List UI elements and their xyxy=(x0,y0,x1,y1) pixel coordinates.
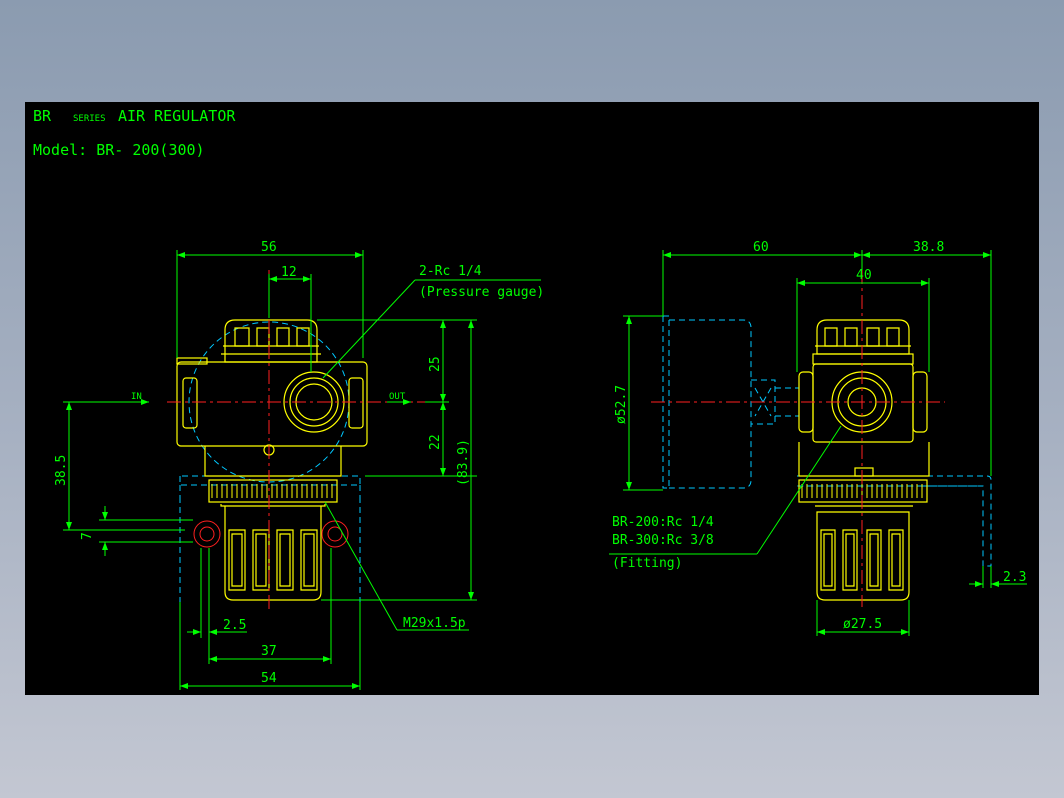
product-title: AIR REGULATOR xyxy=(118,107,236,125)
dim-38-8: 38.8 xyxy=(862,240,992,476)
mounting-nuts xyxy=(193,520,349,548)
dim-27-5: ø27.5 xyxy=(816,600,910,636)
dim-83-9-label: (83.9) xyxy=(456,439,471,486)
dim-27-5-label: ø27.5 xyxy=(843,617,882,632)
title-block: BR SERIES AIR REGULATOR Model: BR- 200(3… xyxy=(33,107,236,159)
fitting-200-label: BR-200:Rc 1/4 xyxy=(612,515,714,530)
dim-40-label: 40 xyxy=(856,268,872,283)
fitting-300-label: BR-300:Rc 3/8 xyxy=(612,533,714,548)
dim-2-3-label: 2.3 xyxy=(1003,570,1026,585)
bonnet xyxy=(220,504,326,601)
dim-2-5: 2.5 xyxy=(187,548,247,638)
series-prefix: BR xyxy=(33,107,52,125)
out-port-arrow: OUT xyxy=(387,392,411,405)
side-knurled-ring xyxy=(798,479,928,503)
dim-12-label: 12 xyxy=(281,265,297,280)
dim-38-8-label: 38.8 xyxy=(913,240,944,255)
cad-viewport[interactable]: BR SERIES AIR REGULATOR Model: BR- 200(3… xyxy=(25,102,1039,695)
dim-56: 56 xyxy=(176,240,364,358)
series-word: SERIES xyxy=(73,114,106,124)
top-cap xyxy=(221,319,321,363)
dim-52-7-label: ø52.7 xyxy=(614,385,629,424)
dim-22-label: 22 xyxy=(428,434,443,450)
in-label: IN xyxy=(131,392,142,402)
side-bracket-hidden xyxy=(797,475,992,567)
side-body xyxy=(798,319,930,477)
dim-60: 60 xyxy=(662,240,863,316)
side-bonnet xyxy=(815,505,913,601)
thread-label: M29x1.5p xyxy=(403,616,466,631)
dim-38-5: 38.5 xyxy=(54,401,185,531)
cad-drawing: BR SERIES AIR REGULATOR Model: BR- 200(3… xyxy=(33,107,1027,690)
dim-2-5-label: 2.5 xyxy=(223,618,246,633)
dim-7: 7 xyxy=(80,506,193,556)
regulator-body xyxy=(176,357,368,477)
front-view: IN OUT 56 12 2-Rc 1/4 (Pressure gauge) 2… xyxy=(54,240,544,690)
dim-37: 37 xyxy=(208,548,332,664)
in-port-arrow: IN xyxy=(129,392,149,405)
bracket-legs-hidden xyxy=(179,485,361,497)
dim-12: 12 xyxy=(268,265,312,372)
dim-38-5-label: 38.5 xyxy=(54,455,69,486)
gauge-port-label: 2-Rc 1/4 xyxy=(419,264,482,279)
out-label: OUT xyxy=(389,392,406,402)
dim-2-3: 2.3 xyxy=(969,566,1027,588)
dim-37-label: 37 xyxy=(261,644,277,659)
gauge-note-label: (Pressure gauge) xyxy=(419,285,544,300)
dim-25-label: 25 xyxy=(428,356,443,372)
dim-54-label: 54 xyxy=(261,671,277,686)
dim-60-label: 60 xyxy=(753,240,769,255)
side-view: 60 38.8 40 ø52.7 BR-200:Rc 1/4 BR-300:Rc… xyxy=(609,240,1027,636)
model-label: Model: BR- 200(300) xyxy=(33,141,205,159)
dim-56-label: 56 xyxy=(261,240,277,255)
fitting-note-label: (Fitting) xyxy=(612,556,682,571)
fitting-leader: BR-200:Rc 1/4 BR-300:Rc 3/8 (Fitting) xyxy=(609,425,842,571)
dim-7-label: 7 xyxy=(80,532,95,540)
bracket-side-hidden xyxy=(179,497,361,602)
dim-52-7: ø52.7 xyxy=(614,315,663,491)
knurled-ring xyxy=(208,479,338,503)
thread-leader: M29x1.5p xyxy=(324,501,469,631)
